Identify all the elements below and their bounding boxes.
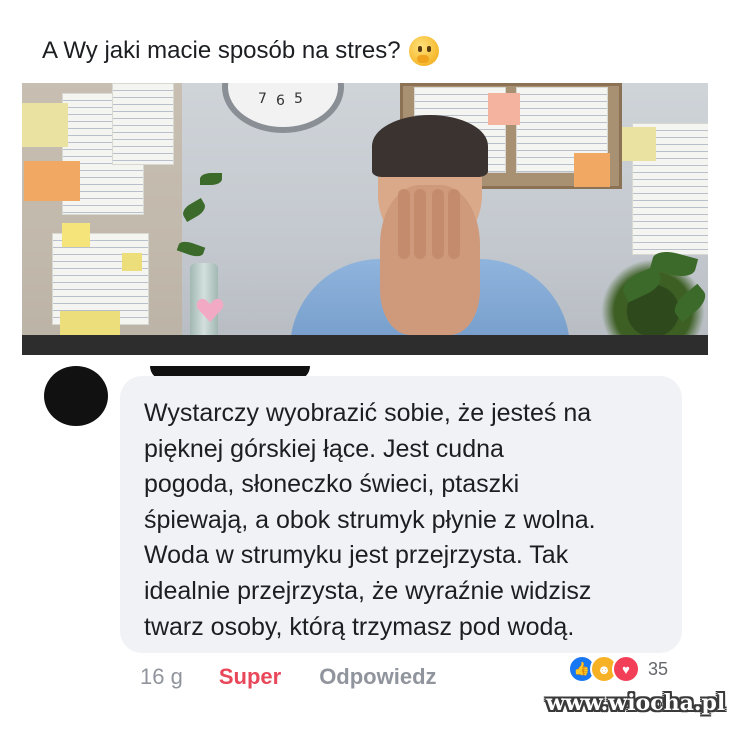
heart-decoration [196, 298, 224, 322]
thinking-face-icon [408, 36, 439, 66]
clock-number: 7 [258, 91, 267, 107]
post-photo[interactable]: 7 6 5 [22, 83, 708, 355]
reaction-count: 35 [644, 658, 673, 680]
post-title-text: A Wy jaki macie sposób na stres? [42, 37, 401, 64]
comment-timestamp[interactable]: 16 g [140, 664, 183, 690]
stressed-man [280, 115, 580, 355]
reply-button[interactable]: Odpowiedz [319, 664, 436, 690]
watermark: www.wiocha.pl [546, 690, 726, 716]
reaction-super-button[interactable]: Super [219, 664, 281, 690]
comment-actions: 16 g Super Odpowiedz [140, 664, 437, 690]
avatar[interactable] [44, 366, 108, 426]
love-icon: ♥ [612, 655, 640, 683]
reaction-summary[interactable]: 👍 ☻ ♥ 35 [568, 654, 673, 684]
clock-number: 6 [276, 93, 285, 109]
comment-text: Wystarczy wyobrazić sobie, że jesteś na … [144, 399, 596, 641]
post-title: A Wy jaki macie sposób na stres? [42, 36, 439, 66]
clock-number: 5 [294, 91, 303, 107]
